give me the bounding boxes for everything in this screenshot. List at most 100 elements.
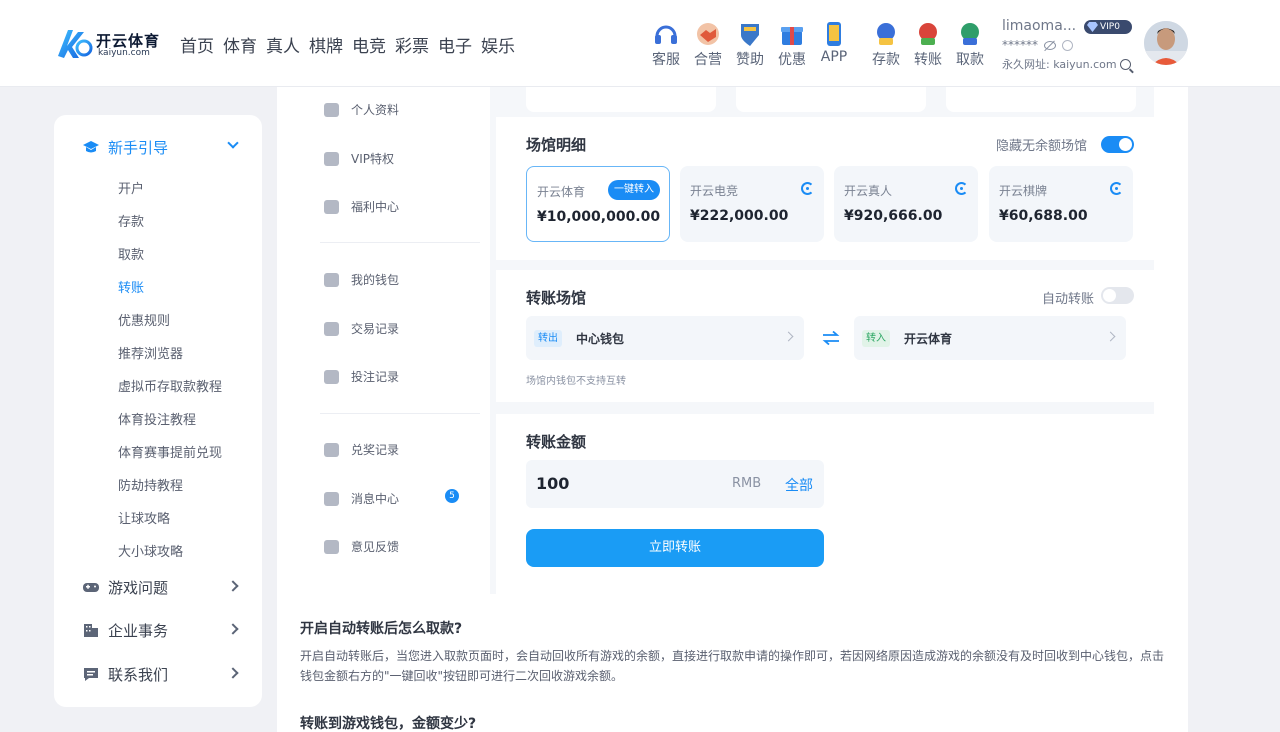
- trophy-shield-icon: [741, 24, 759, 46]
- brand-logo[interactable]: 开云体育 kaiyun.com: [54, 26, 164, 62]
- tool-transfer[interactable]: 转账: [907, 20, 949, 69]
- tool-app[interactable]: APP: [813, 20, 855, 69]
- menu-item-feedback[interactable]: 意见反馈: [324, 538, 399, 555]
- nav-chess[interactable]: 棋牌: [309, 32, 343, 57]
- chevron-circle-icon[interactable]: [1062, 39, 1073, 51]
- wallet-name: 开云体育: [537, 185, 586, 199]
- sidebar-item-browser[interactable]: 推荐浏览器: [118, 343, 183, 362]
- tool-deposit[interactable]: 存款: [865, 20, 907, 69]
- menu-item-redeem[interactable]: 兑奖记录: [324, 441, 399, 458]
- sidebar-item-cashout[interactable]: 体育赛事提前兑现: [118, 442, 222, 461]
- tool-app-label: APP: [820, 49, 848, 65]
- wallet-card-chess[interactable]: 开云棋牌 ¥60,688.00: [989, 166, 1133, 242]
- tool-sponsor[interactable]: 赞助: [729, 20, 771, 69]
- tool-support[interactable]: 客服: [645, 20, 687, 69]
- sidebar-item-handicap[interactable]: 让球攻略: [118, 508, 170, 527]
- deposit-icon: [877, 23, 895, 45]
- recycle-icon[interactable]: [955, 182, 968, 195]
- currency-unit: RMB: [732, 476, 762, 491]
- sidebar-group-games[interactable]: 游戏问题: [82, 574, 239, 600]
- one-key-transfer-button[interactable]: 一键转入: [608, 180, 660, 200]
- all-amount-button[interactable]: 全部: [785, 475, 813, 495]
- user-info: limaoma... VIP0 ****** 永久网址: kaiyun.com: [1002, 18, 1142, 72]
- out-tag: 转出: [534, 330, 562, 347]
- menu-divider: [320, 242, 480, 243]
- swap-arrows-icon[interactable]: [822, 331, 840, 345]
- wallet-name: 开云电竞: [690, 184, 739, 198]
- sidebar-item-over-under[interactable]: 大小球攻略: [118, 541, 183, 560]
- gift-icon: [324, 199, 339, 214]
- avatar-image: [1144, 21, 1188, 65]
- menu-item-vip[interactable]: VIP特权: [324, 150, 394, 167]
- search-icon[interactable]: [1119, 58, 1131, 70]
- chevron-right-icon: [227, 667, 239, 679]
- sidebar-item-open-account[interactable]: 开户: [118, 178, 144, 197]
- sidebar-group-business[interactable]: 企业事务: [82, 617, 239, 643]
- menu-item-bet-records[interactable]: 投注记录: [324, 368, 399, 385]
- document-icon: [324, 369, 339, 384]
- megaphone-icon: [324, 491, 339, 506]
- wallet-card-live[interactable]: 开云真人 ¥920,666.00: [834, 166, 978, 242]
- vip-level: VIP0: [1100, 22, 1120, 32]
- sidebar-item-promo-rules[interactable]: 优惠规则: [118, 310, 170, 329]
- transfer-icon: [919, 23, 937, 45]
- hide-empty-toggle[interactable]: [1101, 136, 1134, 153]
- wallet-card-esports[interactable]: 开云电竞 ¥222,000.00: [680, 166, 824, 242]
- nav-sports[interactable]: 体育: [223, 32, 257, 57]
- tool-deposit-label: 存款: [872, 52, 900, 68]
- eye-off-icon[interactable]: [1044, 40, 1056, 50]
- venue-detail-title: 场馆明细: [526, 136, 587, 154]
- sidebar-item-anti-hijack[interactable]: 防劫持教程: [118, 475, 183, 494]
- recycle-icon[interactable]: [1110, 182, 1123, 195]
- wallet-name: 开云真人: [844, 184, 893, 198]
- menu-item-transactions[interactable]: 交易记录: [324, 320, 399, 337]
- from-wallet-select[interactable]: 转出 中心钱包: [526, 316, 804, 360]
- nav-home[interactable]: 首页: [180, 32, 214, 57]
- sidebar-group-newbie[interactable]: 新手引导: [82, 134, 239, 160]
- faq-answer-1: 开启自动转账后，当您进入取款页面时，会自动回收所有游戏的余额，直接进行取款申请的…: [300, 649, 1165, 683]
- sidebar-item-sports-betting[interactable]: 体育投注教程: [118, 409, 196, 428]
- nav-lottery[interactable]: 彩票: [395, 32, 429, 57]
- account-menu: 个人资料 VIP特权 福利中心 我的钱包 交易记录 投注记录 兑奖记录 消息中心…: [277, 87, 490, 594]
- wallet-amount: ¥60,688.00: [999, 208, 1088, 224]
- sidebar-item-deposit[interactable]: 存款: [118, 211, 144, 230]
- wallet-card-sports[interactable]: 开云体育 一键转入 ¥10,000,000.00: [526, 166, 670, 242]
- nav-slots[interactable]: 电子: [438, 32, 472, 57]
- menu-item-welfare[interactable]: 福利中心: [324, 198, 399, 215]
- tool-promo[interactable]: 优惠: [771, 20, 813, 69]
- wallet-icon: [324, 272, 339, 287]
- nav-esports[interactable]: 电竞: [352, 32, 386, 57]
- chevron-right-icon: [1105, 331, 1116, 342]
- tool-withdraw-label: 取款: [956, 52, 984, 68]
- menu-item-wallet[interactable]: 我的钱包: [324, 271, 399, 288]
- venue-detail-section: 场馆明细 隐藏无余额场馆 开云体育 一键转入 ¥10,000,000.00 开云…: [496, 117, 1154, 260]
- header-tools: 客服 合营 赞助 优惠 APP 存款 转账 取款: [645, 20, 991, 69]
- diamond-icon: [1087, 22, 1098, 32]
- menu-item-messages[interactable]: 消息中心: [324, 490, 399, 507]
- nav-live[interactable]: 真人: [266, 32, 300, 57]
- from-wallet-name: 中心钱包: [576, 332, 625, 346]
- avatar[interactable]: [1144, 21, 1188, 65]
- chat-icon: [84, 668, 98, 681]
- tool-partner[interactable]: 合营: [687, 20, 729, 69]
- sidebar-item-crypto[interactable]: 虚拟币存取款教程: [118, 376, 222, 395]
- wallet-amount: ¥10,000,000.00: [537, 209, 661, 225]
- handshake-icon: [697, 23, 719, 45]
- menu-divider: [320, 413, 480, 414]
- vip-badge[interactable]: VIP0: [1084, 20, 1132, 34]
- logo-en-text: kaiyun.com: [98, 48, 150, 58]
- feedback-icon: [324, 539, 339, 554]
- sidebar-group-contact[interactable]: 联系我们: [82, 661, 239, 687]
- wallet-amount: ¥920,666.00: [844, 208, 943, 224]
- tool-withdraw[interactable]: 取款: [949, 20, 991, 69]
- amount-input[interactable]: [536, 474, 686, 493]
- recycle-icon[interactable]: [801, 182, 814, 195]
- auto-transfer-toggle[interactable]: [1101, 287, 1134, 304]
- to-wallet-select[interactable]: 转入 开云体育: [854, 316, 1126, 360]
- sidebar-item-withdraw[interactable]: 取款: [118, 244, 144, 263]
- nav-entertainment[interactable]: 娱乐: [481, 32, 515, 57]
- menu-item-profile[interactable]: 个人资料: [324, 101, 399, 118]
- diamond-icon: [324, 151, 339, 166]
- transfer-now-button[interactable]: 立即转账: [526, 529, 824, 567]
- sidebar-item-transfer[interactable]: 转账: [118, 277, 144, 296]
